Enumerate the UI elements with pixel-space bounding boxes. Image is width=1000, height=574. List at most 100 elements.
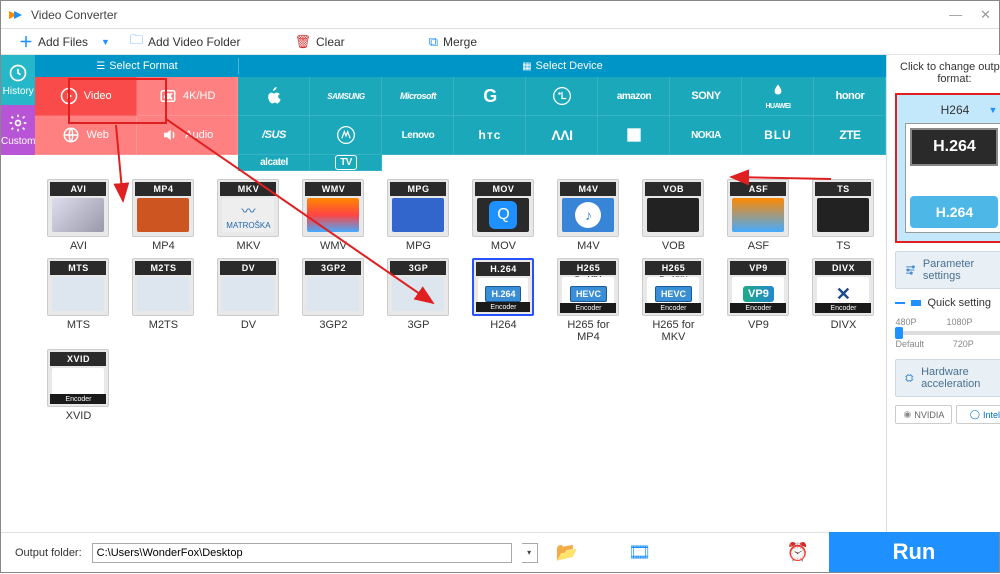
brand-asus[interactable]: /SUS	[238, 116, 310, 155]
brand-oneplus[interactable]	[598, 116, 670, 155]
preview-codec-top: H.264	[910, 128, 998, 166]
brand-htc[interactable]: hтc	[454, 116, 526, 155]
brand-alcatel[interactable]: alcatel	[238, 155, 310, 171]
output-format-title: Click to change output format:	[895, 61, 1000, 85]
custom-button[interactable]: Custom	[1, 105, 35, 155]
format-badge: H265	[645, 261, 701, 275]
tab-4khd-label: 4K/HD	[183, 90, 215, 102]
format-label: ASF	[748, 240, 769, 252]
add-folder-label: Add Video Folder	[148, 35, 241, 49]
format-item-asf[interactable]: ASF ASF	[725, 179, 791, 252]
format-label: MOV	[491, 240, 516, 252]
format-item-dv[interactable]: DVDV	[215, 258, 281, 343]
close-button[interactable]: ✕	[980, 7, 991, 23]
format-item-h265-for-mp4[interactable]: H265For MP4HEVCEncoderH265 for MP4	[555, 258, 621, 343]
merge-button[interactable]: ⧉ Merge	[421, 32, 485, 52]
tab-audio[interactable]: Audio	[137, 116, 239, 155]
trash-icon: 🗑	[294, 34, 311, 50]
format-item-mts[interactable]: MTSMTS	[45, 258, 111, 343]
brand-tv[interactable]: TV	[310, 155, 382, 171]
brand-zte[interactable]: ZTE	[814, 116, 886, 155]
globe-icon	[62, 126, 80, 144]
format-item-m4v[interactable]: M4V♪M4V	[555, 179, 621, 252]
format-item-avi[interactable]: AVIAVI	[45, 179, 111, 252]
output-folder-input[interactable]	[92, 543, 512, 563]
chevron-down-icon[interactable]: ▼	[101, 37, 110, 47]
clear-button[interactable]: 🗑 Clear	[286, 32, 352, 52]
add-folder-button[interactable]: 🗀 Add Video Folder	[122, 29, 249, 55]
format-item-ts[interactable]: TSTS	[810, 179, 876, 252]
format-item-h264[interactable]: H.264H.264EncoderH264	[470, 258, 536, 343]
intel-chip[interactable]: ◯Intel	[956, 405, 1000, 424]
format-item-m2ts[interactable]: M2TSM2TS	[130, 258, 196, 343]
parameter-settings-button[interactable]: Parameter settings	[895, 251, 1000, 289]
titlebar: Video Converter — ✕	[1, 1, 999, 29]
brand-lg[interactable]	[526, 77, 598, 116]
brand-amazon[interactable]: amazon	[598, 77, 670, 116]
minimize-button[interactable]: —	[949, 7, 962, 23]
brand-google[interactable]: G	[454, 77, 526, 116]
format-label: MP4	[152, 240, 175, 252]
format-item-mpg[interactable]: MPGMPG	[385, 179, 451, 252]
brand-xiaomi[interactable]: ΛΛI	[526, 116, 598, 155]
format-badge: DIVX	[815, 261, 871, 275]
tab-web[interactable]: Web	[35, 116, 137, 155]
slider-track[interactable]	[895, 331, 1000, 335]
format-item-vp9[interactable]: VP9VP9EncoderVP9	[725, 258, 791, 343]
format-item-3gp[interactable]: 3GP3GP	[385, 258, 451, 343]
format-badge: 3GP2	[305, 261, 361, 275]
tab-4khd[interactable]: 4K 4K/HD	[137, 77, 239, 116]
open-folder-icon[interactable]: 📂	[556, 542, 578, 563]
format-item-3gp2[interactable]: 3GP23GP2	[300, 258, 366, 343]
slider-thumb[interactable]	[895, 327, 903, 339]
output-format-preview[interactable]: H264 ▼ H.264 H.264	[895, 93, 1000, 243]
device-brand-tabs: SAMSUNG Microsoft G amazon SONY HUAWEI h…	[238, 77, 886, 171]
brand-microsoft[interactable]: Microsoft	[382, 77, 454, 116]
brand-apple[interactable]	[238, 77, 310, 116]
sliders-icon	[904, 263, 916, 277]
format-item-divx[interactable]: DIVX✕EncoderDIVX	[810, 258, 876, 343]
brand-lenovo[interactable]: Lenovo	[382, 116, 454, 155]
speaker-icon	[161, 126, 179, 144]
format-badge: MPG	[390, 182, 446, 196]
tab-audio-label: Audio	[185, 129, 213, 141]
preview-codec-bot: H.264	[910, 196, 998, 228]
quick-setting-label: Quick setting	[895, 297, 1000, 309]
chevron-down-icon[interactable]: ▼	[989, 105, 998, 115]
format-label: VP9	[748, 319, 769, 331]
history-button[interactable]: History	[1, 55, 35, 105]
brand-samsung[interactable]: SAMSUNG	[310, 77, 382, 116]
add-files-button[interactable]: ＋ Add Files ▼	[11, 30, 118, 54]
brand-motorola[interactable]	[310, 116, 382, 155]
format-item-mp4[interactable]: MP4MP4	[130, 179, 196, 252]
add-files-label: Add Files	[38, 35, 88, 49]
format-item-mkv[interactable]: MKV〰MATROŠKAMKV	[215, 179, 281, 252]
format-item-xvid[interactable]: XVIDEncoderXVID	[45, 349, 111, 422]
output-folder-dropdown[interactable]: ▾	[522, 543, 538, 563]
quality-slider[interactable]: 480P 1080P 4K Default 720P 2K	[895, 317, 1000, 351]
brand-nokia[interactable]: NOKIA	[670, 116, 742, 155]
format-item-h265-for-mkv[interactable]: H265For MKVHEVCEncoderH265 for MKV	[640, 258, 706, 343]
format-item-wmv[interactable]: WMVWMV	[300, 179, 366, 252]
run-button[interactable]: Run	[829, 532, 999, 572]
film-icon[interactable]: 🎞	[628, 542, 651, 563]
format-label: M4V	[577, 240, 600, 252]
format-type-tabs: Video 4K 4K/HD Web Audio	[35, 77, 238, 171]
nvidia-chip[interactable]: ◉NVIDIA	[895, 405, 952, 424]
clear-label: Clear	[316, 35, 345, 49]
tab-video[interactable]: Video	[35, 77, 137, 116]
format-label: 3GP	[407, 319, 429, 331]
format-item-vob[interactable]: VOBVOB	[640, 179, 706, 252]
brand-honor[interactable]: honor	[814, 77, 886, 116]
select-device-label: Select Device	[536, 60, 603, 72]
hardware-acceleration-button[interactable]: Hardware acceleration	[895, 359, 1000, 397]
format-badge: MTS	[50, 261, 106, 275]
timer-icon[interactable]: ⏰	[787, 542, 809, 563]
brand-blu[interactable]: BLU	[742, 116, 814, 155]
format-badge: M4V	[560, 182, 616, 196]
format-badge: ASF	[730, 182, 786, 196]
main-area: History Custom ☰ Select Format ▦ Select …	[1, 55, 999, 532]
format-item-mov[interactable]: MOVQMOV	[470, 179, 536, 252]
brand-huawei[interactable]: HUAWEI	[742, 77, 814, 116]
brand-sony[interactable]: SONY	[670, 77, 742, 116]
